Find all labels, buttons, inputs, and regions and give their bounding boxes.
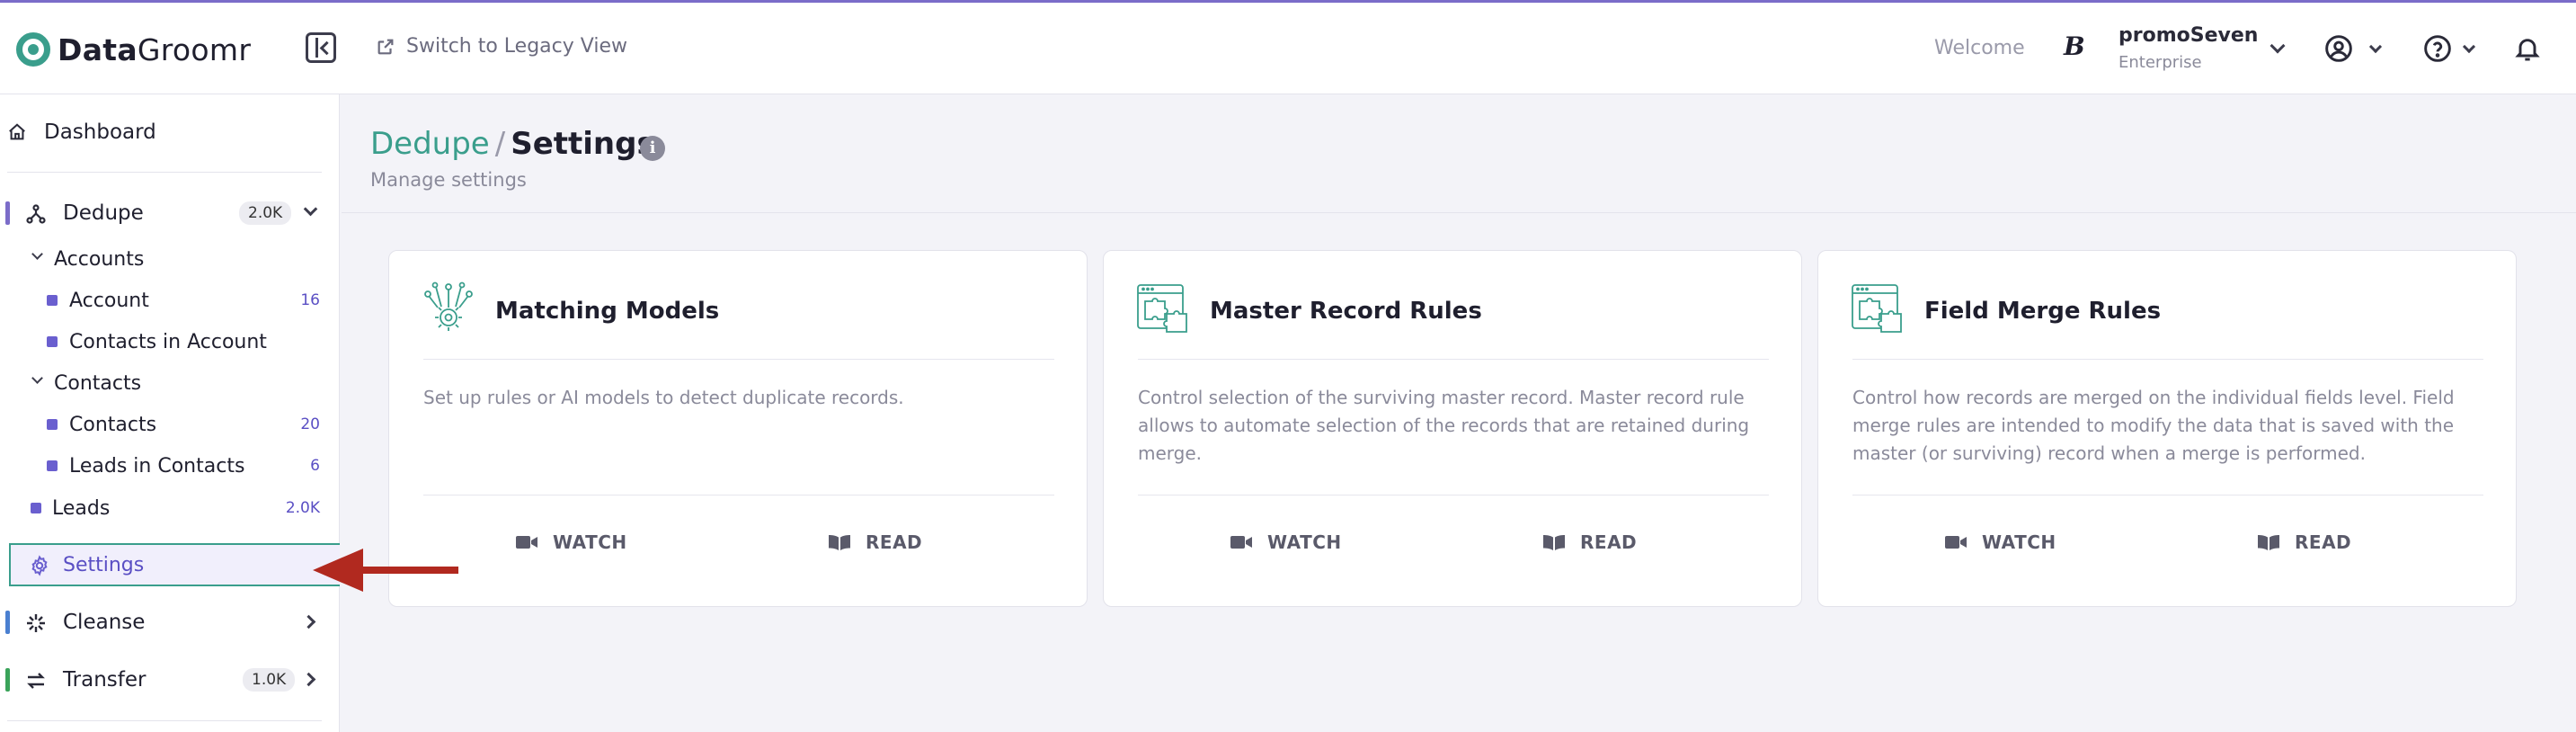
- sidebar-item-dashboard[interactable]: Dashboard: [0, 114, 340, 150]
- sidebar-group-contacts[interactable]: Contacts: [0, 368, 340, 398]
- sidebar-item-leads-in-contacts[interactable]: Leads in Contacts 6: [0, 451, 340, 481]
- breadcrumb: Dedupe / Settings: [370, 126, 655, 162]
- card-title: Field Merge Rules: [1924, 298, 2162, 325]
- video-camera-icon: [1945, 536, 1967, 549]
- contacts-in-account-dot-icon: [47, 336, 58, 347]
- leads-count: 2.0K: [285, 499, 320, 517]
- read-button[interactable]: READ: [1542, 531, 1637, 553]
- help-icon[interactable]: [2423, 34, 2452, 63]
- card-description: Control how records are merged on the in…: [1852, 387, 2455, 464]
- welcome-text: Welcome: [1934, 37, 2025, 59]
- leads-in-contacts-count: 6: [310, 457, 320, 475]
- ai-network-gear-icon: [424, 281, 473, 331]
- cleanse-indicator-bar: [5, 611, 10, 634]
- sidebar: Dashboard Dedupe 2.0K Accounts Account 1…: [0, 94, 340, 732]
- sidebar-item-contacts[interactable]: Contacts 20: [0, 409, 340, 440]
- card-description: Control selection of the surviving maste…: [1138, 387, 1750, 464]
- external-link-icon: [378, 39, 394, 54]
- transfer-count-badge: 1.0K: [243, 668, 296, 692]
- breadcrumb-dedupe-link[interactable]: Dedupe: [370, 126, 490, 162]
- transfer-arrows-icon: [27, 673, 45, 689]
- sidebar-item-cleanse[interactable]: Cleanse: [0, 604, 340, 640]
- card-field-merge-rules: Field Merge Rules Control how records ar…: [1817, 250, 2517, 607]
- sidebar-group-accounts[interactable]: Accounts: [0, 244, 340, 274]
- book-icon: [829, 535, 850, 550]
- sidebar-item-dedupe[interactable]: Dedupe 2.0K: [0, 195, 340, 231]
- puzzle-window-icon: [1852, 284, 1902, 333]
- dedupe-branch-icon: [26, 204, 46, 224]
- help-chevron-down-icon[interactable]: [2462, 40, 2476, 54]
- sidebar-item-settings[interactable]: Settings: [9, 543, 340, 586]
- user-name[interactable]: promoSeven: [2119, 24, 2258, 47]
- cleanse-chevron-right-icon[interactable]: [301, 614, 316, 629]
- card-divider: [1138, 359, 1769, 360]
- contacts-chevron-down-icon: [31, 372, 43, 384]
- book-icon: [2258, 535, 2279, 550]
- home-icon: [9, 123, 25, 140]
- sidebar-collapse-icon[interactable]: [306, 32, 336, 63]
- contacts-count: 20: [300, 415, 320, 433]
- transfer-chevron-right-icon[interactable]: [301, 672, 316, 687]
- card-matching-models: Matching Models Set up rules or AI model…: [388, 250, 1088, 607]
- logo-icon: [16, 32, 50, 67]
- dedupe-chevron-down-icon[interactable]: [303, 201, 318, 217]
- app-logo[interactable]: DataGroomr: [16, 30, 251, 69]
- company-logo: B: [2064, 31, 2085, 61]
- sidebar-divider: [7, 720, 322, 721]
- info-icon[interactable]: i: [640, 136, 665, 161]
- video-camera-icon: [1230, 536, 1252, 549]
- card-master-record-rules: Master Record Rules Control selection of…: [1103, 250, 1802, 607]
- card-divider: [423, 359, 1054, 360]
- contacts-dot-icon: [47, 419, 58, 430]
- app-header: DataGroomr Switch to Legacy View Welcome…: [0, 3, 2576, 94]
- account-count: 16: [300, 291, 320, 309]
- dedupe-count-badge: 2.0K: [239, 201, 292, 225]
- user-plan: Enterprise: [2119, 53, 2202, 72]
- watch-button[interactable]: WATCH: [515, 531, 627, 553]
- accounts-chevron-down-icon: [31, 248, 43, 260]
- sidebar-item-contacts-in-account[interactable]: Contacts in Account: [0, 326, 340, 357]
- annotation-arrow-icon: [313, 549, 458, 592]
- settings-gear-icon: [31, 555, 48, 576]
- leads-in-contacts-dot-icon: [47, 460, 58, 471]
- watch-button[interactable]: WATCH: [1230, 531, 1342, 553]
- logo-text: DataGroomr: [58, 31, 252, 67]
- sidebar-divider: [7, 172, 322, 173]
- breadcrumb-separator: /: [494, 126, 506, 162]
- switch-legacy-link[interactable]: Switch to Legacy View: [376, 35, 627, 58]
- cleanse-sparkle-icon: [27, 614, 45, 632]
- dedupe-indicator-bar: [5, 201, 10, 225]
- watch-button[interactable]: WATCH: [1944, 531, 2056, 553]
- card-description: Set up rules or AI models to detect dupl…: [423, 387, 904, 408]
- leads-dot-icon: [31, 503, 41, 513]
- card-title: Master Record Rules: [1210, 298, 1482, 325]
- account-dot-icon: [47, 295, 58, 306]
- card-divider: [1852, 359, 2483, 360]
- read-button[interactable]: READ: [2257, 531, 2351, 553]
- book-icon: [1543, 535, 1565, 550]
- header-divider: [342, 212, 2576, 213]
- page-subtitle: Manage settings: [370, 169, 527, 191]
- card-title: Matching Models: [495, 298, 720, 325]
- sidebar-item-leads[interactable]: Leads 2.0K: [0, 493, 340, 523]
- user-circle-icon[interactable]: [2324, 34, 2353, 63]
- account-chevron-down-icon[interactable]: [2270, 38, 2286, 54]
- puzzle-window-icon: [1137, 284, 1187, 333]
- sidebar-item-account[interactable]: Account 16: [0, 285, 340, 316]
- video-camera-icon: [516, 536, 537, 549]
- page-title: Settings: [511, 126, 655, 162]
- sidebar-item-transfer[interactable]: Transfer 1.0K: [0, 662, 340, 698]
- read-button[interactable]: READ: [828, 531, 922, 553]
- transfer-indicator-bar: [5, 668, 10, 692]
- profile-chevron-down-icon[interactable]: [2368, 40, 2383, 54]
- bell-icon[interactable]: [2513, 34, 2542, 63]
